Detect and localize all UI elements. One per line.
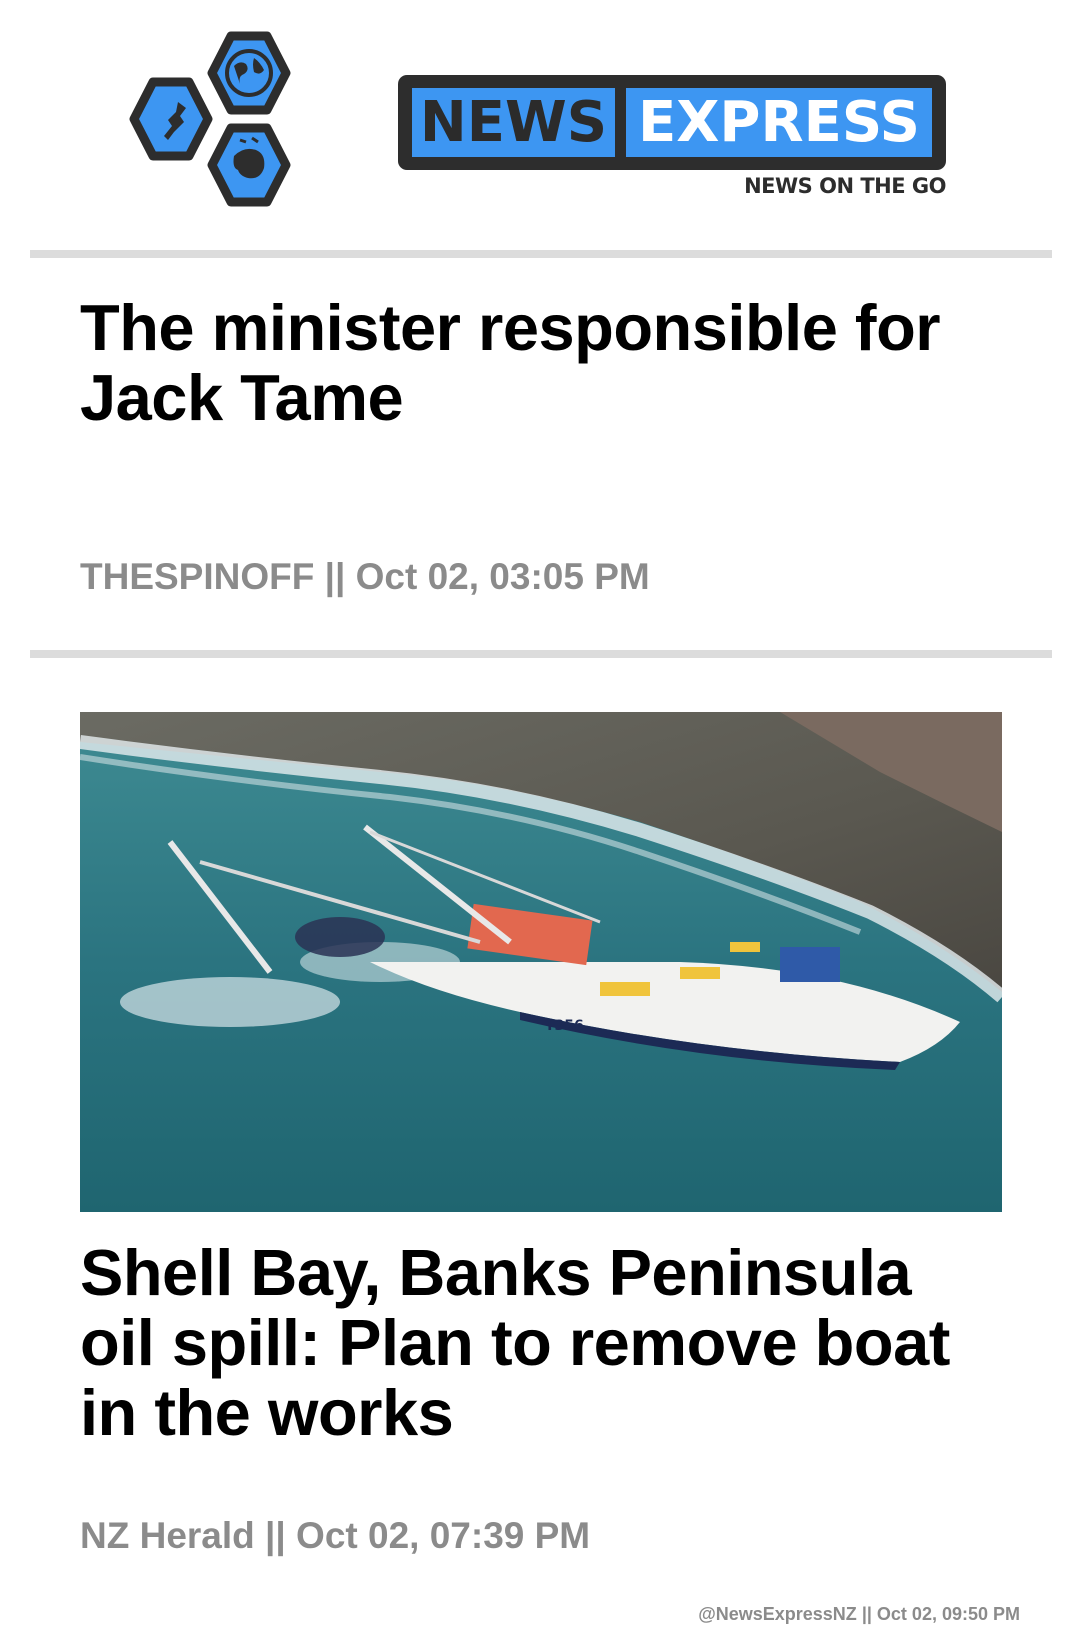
article-meta: NZ Herald || Oct 02, 07:39 PM [80, 1515, 590, 1557]
article-meta: THESPINOFF || Oct 02, 03:05 PM [80, 556, 650, 598]
article-timestamp: Oct 02, 07:39 PM [296, 1515, 591, 1556]
boat-photo-icon: T356 [80, 712, 1002, 1212]
footer-handle[interactable]: @NewsExpressNZ [698, 1604, 857, 1624]
app-header: NEWS EXPRESS NEWS ON THE GO [0, 0, 1080, 250]
article-source: THESPINOFF [80, 556, 315, 597]
divider-top [30, 250, 1052, 258]
article-timestamp: Oct 02, 03:05 PM [355, 556, 650, 597]
page-footer: @NewsExpressNZ || Oct 02, 09:50 PM [698, 1604, 1020, 1625]
globe-hexagon-logo-icon [129, 31, 291, 207]
brand-wordmark: NEWS EXPRESS [398, 75, 946, 170]
brand-news-label: NEWS [412, 88, 615, 157]
footer-separator: || [861, 1604, 872, 1624]
brand-tagline: NEWS ON THE GO [744, 174, 946, 198]
hull-number-label: T356 [545, 1018, 584, 1034]
article-title[interactable]: The minister responsible for Jack Tame [80, 293, 1000, 433]
meta-separator: || [265, 1515, 286, 1556]
brand-express-label: EXPRESS [626, 88, 932, 157]
footer-timestamp: Oct 02, 09:50 PM [876, 1604, 1020, 1624]
article-source: NZ Herald [80, 1515, 255, 1556]
divider-middle [30, 650, 1052, 658]
meta-separator: || [324, 556, 346, 597]
article-image[interactable]: T356 [80, 712, 1002, 1212]
article-title[interactable]: Shell Bay, Banks Peninsula oil spill: Pl… [80, 1238, 1000, 1448]
